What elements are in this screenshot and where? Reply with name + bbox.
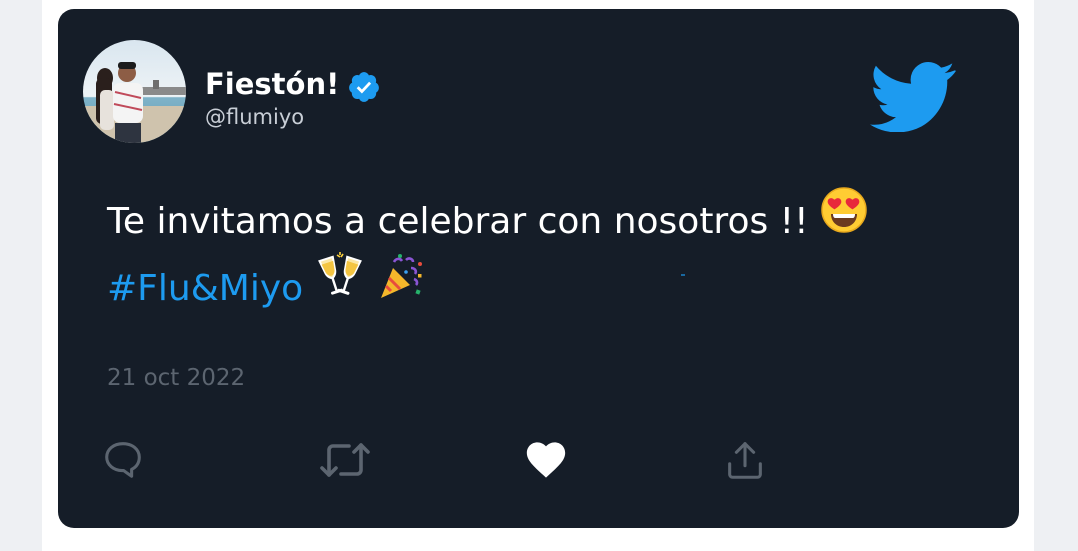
avatar[interactable] [83, 40, 186, 143]
tweet-text: Te invitamos a celebrar con nosotros !! … [107, 187, 987, 324]
user-handle[interactable]: @flumiyo [205, 104, 304, 130]
avatar-photo [83, 40, 186, 143]
page-margin-left [0, 0, 42, 551]
share-icon [728, 442, 762, 479]
tweet-body-text: Te invitamos a celebrar con nosotros !! [107, 201, 809, 242]
reply-button[interactable] [100, 437, 146, 483]
clinking-glasses-emoji-icon [315, 252, 365, 320]
retweet-icon [320, 443, 370, 477]
reply-icon [105, 442, 141, 478]
stray-mark [681, 274, 685, 276]
heart-icon [526, 442, 566, 478]
tweet-text-line-2: #Flu&Miyo [107, 252, 987, 324]
tweet-text-line-1: Te invitamos a celebrar con nosotros !! [107, 187, 987, 256]
heart-eyes-emoji-icon [820, 186, 868, 252]
twitter-bird-icon[interactable] [870, 62, 956, 133]
page-margin-right [1034, 0, 1078, 551]
like-button[interactable] [523, 437, 569, 483]
verified-badge-icon [347, 70, 381, 104]
retweet-button[interactable] [317, 437, 370, 483]
hashtag-link[interactable]: #Flu&Miyo [107, 268, 303, 309]
tweet-card: Fiestón! @flumiyo Te invitamos a celebra… [58, 9, 1019, 528]
share-button[interactable] [722, 437, 768, 483]
tweet-timestamp[interactable]: 21 oct 2022 [107, 364, 245, 392]
display-name[interactable]: Fiestón! [205, 66, 339, 102]
party-popper-emoji-icon [376, 252, 426, 320]
